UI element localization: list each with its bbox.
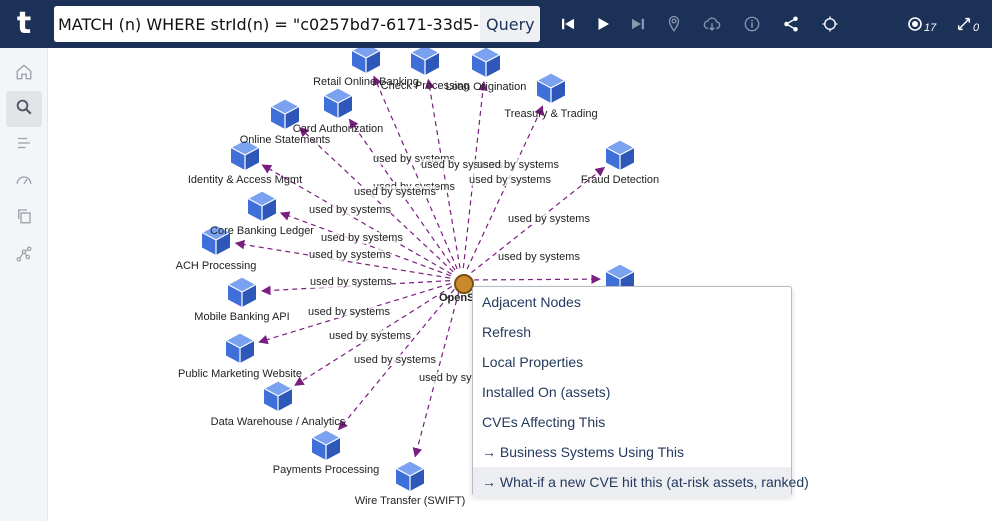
- cube-icon: [246, 190, 278, 221]
- graph-node[interactable]: [261, 379, 295, 413]
- cube-icon: [262, 380, 294, 411]
- node-label: Public Marketing Website: [178, 368, 302, 380]
- graph-node[interactable]: [321, 86, 355, 120]
- sidebar-item-graph[interactable]: [6, 238, 42, 274]
- node-counter[interactable]: 17: [907, 12, 936, 36]
- menu-item-what-if-cve[interactable]: → What-if a new CVE hit this (at-risk as…: [473, 467, 809, 497]
- nodes-icon: [907, 16, 923, 32]
- graph-node[interactable]: [408, 48, 442, 77]
- edge-label: used by systems: [329, 330, 411, 342]
- menu-item-local-properties[interactable]: Local Properties: [473, 347, 791, 377]
- graph-node[interactable]: [393, 459, 427, 493]
- edge-label: used by systems: [309, 204, 391, 216]
- query-button[interactable]: Query: [480, 6, 540, 42]
- edge-label: used by systems: [308, 306, 390, 318]
- sidebar-item-copy[interactable]: [6, 200, 42, 236]
- cube-icon: [604, 139, 636, 170]
- cube-icon: [470, 48, 502, 77]
- node-label: Mobile Banking API: [194, 311, 290, 323]
- graph-icon: [15, 245, 33, 268]
- center-node-openssl[interactable]: [454, 274, 474, 294]
- list-icon: [15, 134, 33, 157]
- graph-node[interactable]: [349, 48, 383, 75]
- node-label: Core Banking Ledger: [210, 225, 314, 237]
- sidebar-item-search[interactable]: [6, 91, 42, 127]
- graph-node[interactable]: [223, 331, 257, 365]
- sidebar-item-home[interactable]: [6, 56, 42, 92]
- node-label: Treasury & Trading: [504, 108, 598, 120]
- node-label: Payments Processing: [272, 464, 380, 476]
- cube-icon: [322, 87, 354, 118]
- node-label: Wire Transfer (SWIFT): [354, 495, 466, 507]
- step-forward-icon[interactable]: [624, 10, 652, 38]
- top-bar: t Query 17 0: [0, 0, 992, 48]
- pin-icon[interactable]: [660, 10, 688, 38]
- logo[interactable]: t: [0, 0, 48, 48]
- edges-icon: [956, 16, 972, 32]
- cube-icon: [226, 276, 258, 307]
- cube-icon: [224, 332, 256, 363]
- node-label: Loan Origination: [445, 81, 527, 93]
- sidebar: [0, 48, 48, 521]
- edge-count: 0: [973, 22, 980, 34]
- edge-label: used by systems: [477, 159, 559, 171]
- cube-icon: [394, 460, 426, 491]
- cube-icon: [350, 48, 382, 73]
- edge-label: used by systems: [498, 251, 580, 263]
- menu-item-installed-on[interactable]: Installed On (assets): [473, 377, 791, 407]
- graph-node[interactable]: [225, 275, 259, 309]
- info-icon[interactable]: [738, 10, 766, 38]
- cube-icon: [310, 429, 342, 460]
- edge-label: used by systems: [309, 249, 391, 261]
- node-count: 17: [924, 22, 937, 34]
- home-icon: [15, 63, 33, 86]
- menu-item-adjacent-nodes[interactable]: Adjacent Nodes: [473, 287, 791, 317]
- edge-label: used by systems: [469, 174, 551, 186]
- edge-label: used by systems: [310, 276, 392, 288]
- cloud-download-icon[interactable]: [698, 10, 726, 38]
- share-icon[interactable]: [777, 10, 805, 38]
- node-label: Data Warehouse / Analytics: [210, 416, 346, 428]
- sidebar-item-dashboard[interactable]: [6, 164, 42, 200]
- edge-label: used by systems: [508, 213, 590, 225]
- dashboard-icon: [15, 171, 33, 194]
- menu-item-refresh[interactable]: Refresh: [473, 317, 791, 347]
- graph-node[interactable]: [534, 71, 568, 105]
- graph-node[interactable]: [469, 48, 503, 79]
- node-label: Fraud Detection: [580, 174, 660, 186]
- edge-label: used by systems: [321, 232, 403, 244]
- graph-node[interactable]: [603, 138, 637, 172]
- node-label: ACH Processing: [175, 260, 257, 272]
- play-icon[interactable]: [589, 10, 617, 38]
- copy-icon: [15, 207, 33, 230]
- step-back-icon[interactable]: [554, 10, 582, 38]
- edge-counter[interactable]: 0: [956, 12, 979, 36]
- graph-edge[interactable]: [473, 274, 601, 284]
- query-bar: Query: [54, 6, 540, 42]
- edge-label: used by systems: [354, 186, 436, 198]
- graph-node[interactable]: [309, 428, 343, 462]
- recenter-icon[interactable]: [816, 10, 844, 38]
- graph-node[interactable]: [245, 189, 279, 223]
- center-node-label: OpenS: [439, 292, 475, 304]
- cube-icon: [409, 48, 441, 75]
- search-icon: [15, 98, 33, 121]
- menu-item-cves-affecting[interactable]: CVEs Affecting This: [473, 407, 791, 437]
- logo-letter: t: [16, 6, 32, 41]
- context-menu: Adjacent Nodes Refresh Local Properties …: [472, 286, 809, 497]
- menu-item-business-systems[interactable]: → Business Systems Using This: [473, 437, 791, 467]
- query-input[interactable]: [54, 6, 480, 42]
- sidebar-item-list[interactable]: [6, 127, 42, 163]
- node-label: Online Statements: [239, 134, 331, 146]
- cube-icon: [535, 72, 567, 103]
- node-label: Identity & Access Mgmt: [187, 174, 303, 186]
- edge-label: used by systems: [354, 354, 436, 366]
- graph-edge[interactable]: [279, 211, 451, 277]
